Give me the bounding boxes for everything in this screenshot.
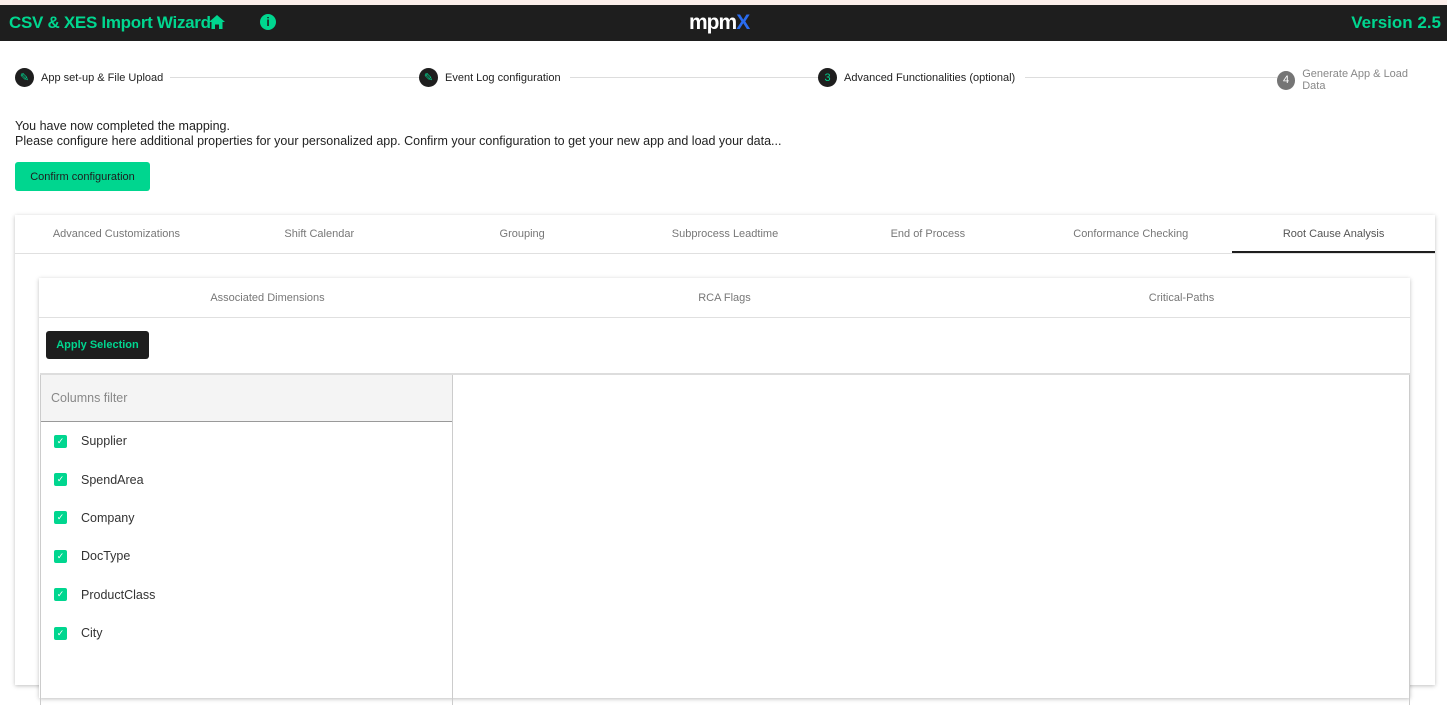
- home-icon[interactable]: [208, 14, 226, 30]
- step-3[interactable]: 3 Advanced Functionalities (optional): [818, 68, 1022, 87]
- column-label: DocType: [81, 549, 131, 564]
- column-label: Supplier: [81, 434, 127, 449]
- column-label: ProductClass: [81, 587, 156, 602]
- column-label: City: [81, 626, 103, 641]
- step-4[interactable]: 4 Generate App & Load Data: [1277, 68, 1435, 92]
- app-title: CSV & XES Import Wizard: [9, 13, 211, 32]
- config-card: Advanced Customizations Shift Calendar G…: [15, 215, 1436, 705]
- rca-panel: Associated Dimensions RCA Flags Critical…: [39, 278, 1410, 705]
- panel-border: [1409, 375, 1410, 705]
- checkbox-checked-icon[interactable]: ✓: [54, 588, 67, 602]
- pencil-icon: ✎: [419, 68, 438, 87]
- apply-selection-button[interactable]: Apply Selection: [46, 331, 149, 359]
- subtab-bar: Associated Dimensions RCA Flags Critical…: [39, 278, 1410, 318]
- checkbox-checked-icon[interactable]: ✓: [54, 626, 67, 640]
- step-connector: [570, 77, 820, 78]
- tab-conformance-checking[interactable]: Conformance Checking: [1029, 215, 1232, 253]
- column-item[interactable]: ✓ City: [41, 614, 452, 652]
- step-connector: [170, 77, 420, 78]
- step-number: 4: [1277, 70, 1296, 90]
- intro-line: You have now completed the mapping.: [15, 119, 230, 133]
- tab-root-cause-analysis[interactable]: Root Cause Analysis: [1232, 215, 1436, 253]
- step-label: Event Log configuration: [445, 71, 561, 84]
- subtab-rca-flags[interactable]: RCA Flags: [496, 278, 953, 317]
- confirm-configuration-button[interactable]: Confirm configuration: [15, 162, 150, 191]
- tab-advanced-customizations[interactable]: Advanced Customizations: [15, 215, 218, 253]
- version-label: Version 2.5: [1351, 13, 1441, 32]
- intro-text: You have now completed the mapping. Plea…: [15, 119, 781, 149]
- wizard-stepper: ✎ App set-up & File Upload ✎ Event Log con…: [15, 68, 1435, 92]
- checkbox-checked-icon[interactable]: ✓: [54, 511, 67, 525]
- step-1[interactable]: ✎ App set-up & File Upload: [15, 68, 170, 87]
- step-connector: [1025, 77, 1280, 78]
- column-item[interactable]: ✓ Company: [41, 499, 452, 537]
- column-item[interactable]: ✓ ProductClass: [41, 576, 452, 614]
- step-2[interactable]: ✎ Event Log configuration: [419, 68, 567, 87]
- app-header: CSV & XES Import Wizard i mpmX Version 2…: [0, 5, 1447, 41]
- subtab-associated-dimensions[interactable]: Associated Dimensions: [39, 278, 496, 317]
- step-number: 3: [818, 68, 837, 87]
- column-label: SpendArea: [81, 472, 144, 487]
- column-label: Company: [81, 510, 135, 525]
- tab-shift-calendar[interactable]: Shift Calendar: [218, 215, 421, 253]
- step-label: Advanced Functionalities (optional): [844, 71, 1016, 84]
- tab-end-of-process[interactable]: End of Process: [826, 215, 1029, 253]
- tab-bar: Advanced Customizations Shift Calendar G…: [15, 215, 1436, 254]
- column-item[interactable]: ✓ DocType: [41, 537, 452, 575]
- column-item[interactable]: ✓ Supplier: [41, 422, 452, 460]
- checkbox-checked-icon[interactable]: ✓: [54, 549, 67, 563]
- pencil-icon: ✎: [15, 68, 34, 87]
- checkbox-checked-icon[interactable]: ✓: [54, 434, 67, 448]
- info-icon[interactable]: i: [260, 14, 276, 30]
- intro-line: Please configure here additional propert…: [15, 134, 782, 148]
- columns-filter-input[interactable]: [41, 375, 452, 422]
- columns-list: ✓ Supplier ✓ SpendArea ✓ Company ✓ DocType ✓…: [40, 375, 453, 705]
- subtab-critical-paths[interactable]: Critical-Paths: [953, 278, 1410, 317]
- step-label: App set-up & File Upload: [41, 71, 164, 84]
- checkbox-checked-icon[interactable]: ✓: [54, 473, 67, 487]
- columns-panel: ✓ Supplier ✓ SpendArea ✓ Company ✓ DocType ✓…: [40, 373, 1410, 705]
- tab-grouping[interactable]: Grouping: [421, 215, 624, 253]
- tab-subprocess-leadtime[interactable]: Subprocess Leadtime: [624, 215, 827, 253]
- step-label: Generate App & Load Data: [1302, 68, 1409, 92]
- mpmx-logo: mpmX: [689, 11, 750, 34]
- column-item[interactable]: ✓ SpendArea: [41, 460, 452, 498]
